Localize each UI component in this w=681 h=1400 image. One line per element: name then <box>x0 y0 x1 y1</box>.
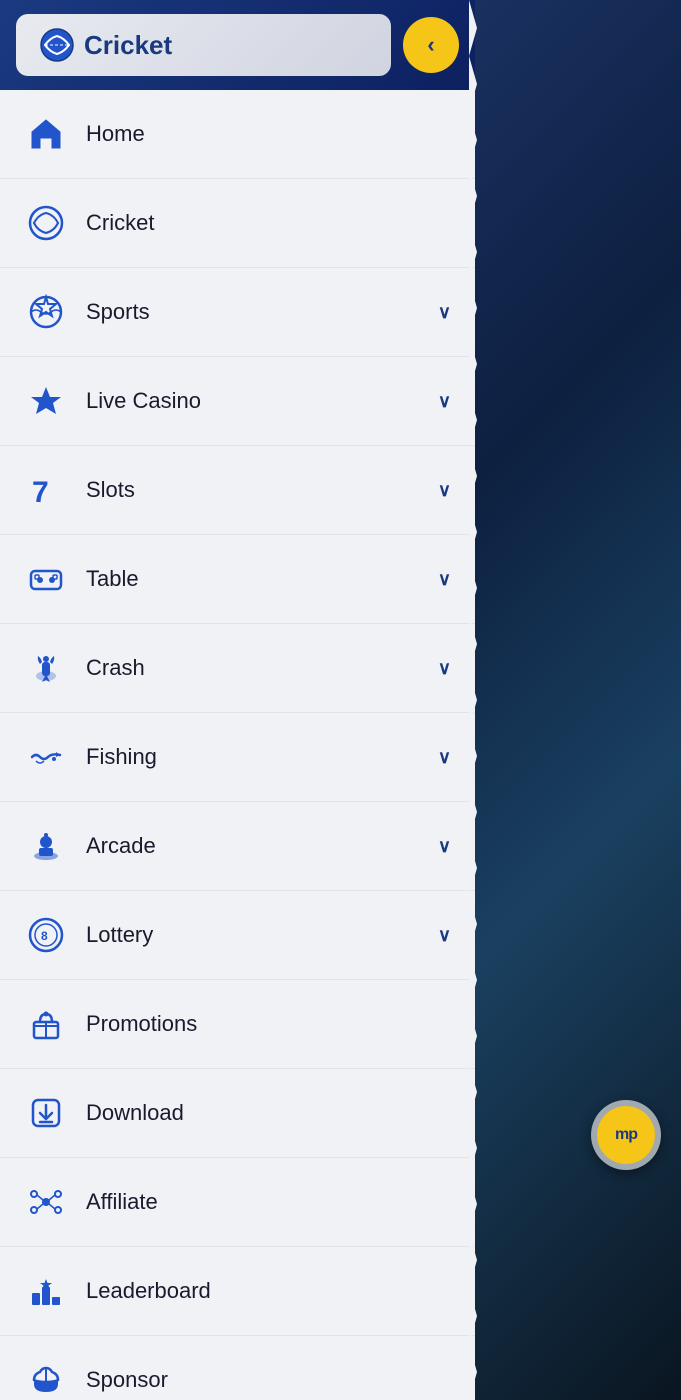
sidebar-item-promotions[interactable]: Promotions <box>0 980 475 1069</box>
fishing-icon <box>24 735 68 779</box>
cricket-icon <box>24 201 68 245</box>
cricket-ball-icon <box>40 28 74 62</box>
svg-text:7: 7 <box>32 476 49 508</box>
sidebar-item-label-arcade: Arcade <box>86 833 438 859</box>
lottery-icon: 8 <box>24 913 68 957</box>
sidebar-item-fishing[interactable]: Fishing ∨ <box>0 713 475 802</box>
sidebar-item-leaderboard[interactable]: Leaderboard <box>0 1247 475 1336</box>
sidebar-item-slots[interactable]: 7 Slots ∨ <box>0 446 475 535</box>
cricket-button-label: Cricket <box>84 30 172 61</box>
table-icon <box>24 557 68 601</box>
sports-chevron-icon: ∨ <box>438 302 451 323</box>
sidebar-item-affiliate[interactable]: Affiliate <box>0 1158 475 1247</box>
live-casino-chevron-icon: ∨ <box>438 391 451 412</box>
sidebar-item-sponsor[interactable]: Sponsor <box>0 1336 475 1400</box>
chat-bubble-label: mp <box>615 1126 637 1144</box>
back-chevron-icon: ‹ <box>427 32 434 58</box>
sidebar-item-home[interactable]: Home <box>0 90 475 179</box>
sidebar-item-label-crash: Crash <box>86 655 438 681</box>
sidebar-item-label-leaderboard: Leaderboard <box>86 1278 451 1304</box>
sidebar-item-download[interactable]: Download <box>0 1069 475 1158</box>
arcade-icon <box>24 824 68 868</box>
sidebar-item-label-affiliate: Affiliate <box>86 1189 451 1215</box>
crash-chevron-icon: ∨ <box>438 658 451 679</box>
fishing-chevron-icon: ∨ <box>438 747 451 768</box>
sidebar-item-label-download: Download <box>86 1100 451 1126</box>
sidebar-item-label-promotions: Promotions <box>86 1011 451 1037</box>
sponsor-icon <box>24 1358 68 1400</box>
sidebar-item-live-casino[interactable]: Live Casino ∨ <box>0 357 475 446</box>
sidebar-item-lottery[interactable]: 8 Lottery ∨ <box>0 891 475 980</box>
back-button[interactable]: ‹ <box>403 17 459 73</box>
sidebar-item-label-lottery: Lottery <box>86 922 438 948</box>
sidebar-item-label-cricket: Cricket <box>86 210 451 236</box>
slots-chevron-icon: ∨ <box>438 480 451 501</box>
home-icon <box>24 112 68 156</box>
leaderboard-icon <box>24 1269 68 1313</box>
arcade-chevron-icon: ∨ <box>438 836 451 857</box>
sidebar-item-label-live-casino: Live Casino <box>86 388 438 414</box>
chat-bubble-inner: mp <box>597 1106 655 1164</box>
sidebar-item-label-home: Home <box>86 121 451 147</box>
sidebar-item-label-table: Table <box>86 566 438 592</box>
affiliate-icon <box>24 1180 68 1224</box>
sidebar-item-crash[interactable]: Crash ∨ <box>0 624 475 713</box>
cricket-header-button[interactable]: Cricket <box>16 14 391 76</box>
download-icon <box>24 1091 68 1135</box>
sidebar-item-cricket[interactable]: Cricket <box>0 179 475 268</box>
nav-list: Home Cricket Sports <box>0 90 475 1400</box>
svg-text:8: 8 <box>41 929 48 943</box>
sports-icon <box>24 290 68 334</box>
table-chevron-icon: ∨ <box>438 569 451 590</box>
crash-icon <box>24 646 68 690</box>
sidebar-item-label-slots: Slots <box>86 477 438 503</box>
sidebar-item-label-sports: Sports <box>86 299 438 325</box>
slots-icon: 7 <box>24 468 68 512</box>
sidebar-panel: Cricket ‹ Home Cricket <box>0 0 475 1400</box>
background-right <box>475 0 681 1400</box>
chat-bubble-button[interactable]: mp <box>591 1100 661 1170</box>
sidebar-header: Cricket ‹ <box>0 0 475 90</box>
sidebar-item-table[interactable]: Table ∨ <box>0 535 475 624</box>
sidebar-item-label-fishing: Fishing <box>86 744 438 770</box>
lottery-chevron-icon: ∨ <box>438 925 451 946</box>
live-casino-icon <box>24 379 68 423</box>
promotions-icon <box>24 1002 68 1046</box>
sidebar-item-sports[interactable]: Sports ∨ <box>0 268 475 357</box>
sidebar-item-label-sponsor: Sponsor <box>86 1367 451 1393</box>
sidebar-item-arcade[interactable]: Arcade ∨ <box>0 802 475 891</box>
